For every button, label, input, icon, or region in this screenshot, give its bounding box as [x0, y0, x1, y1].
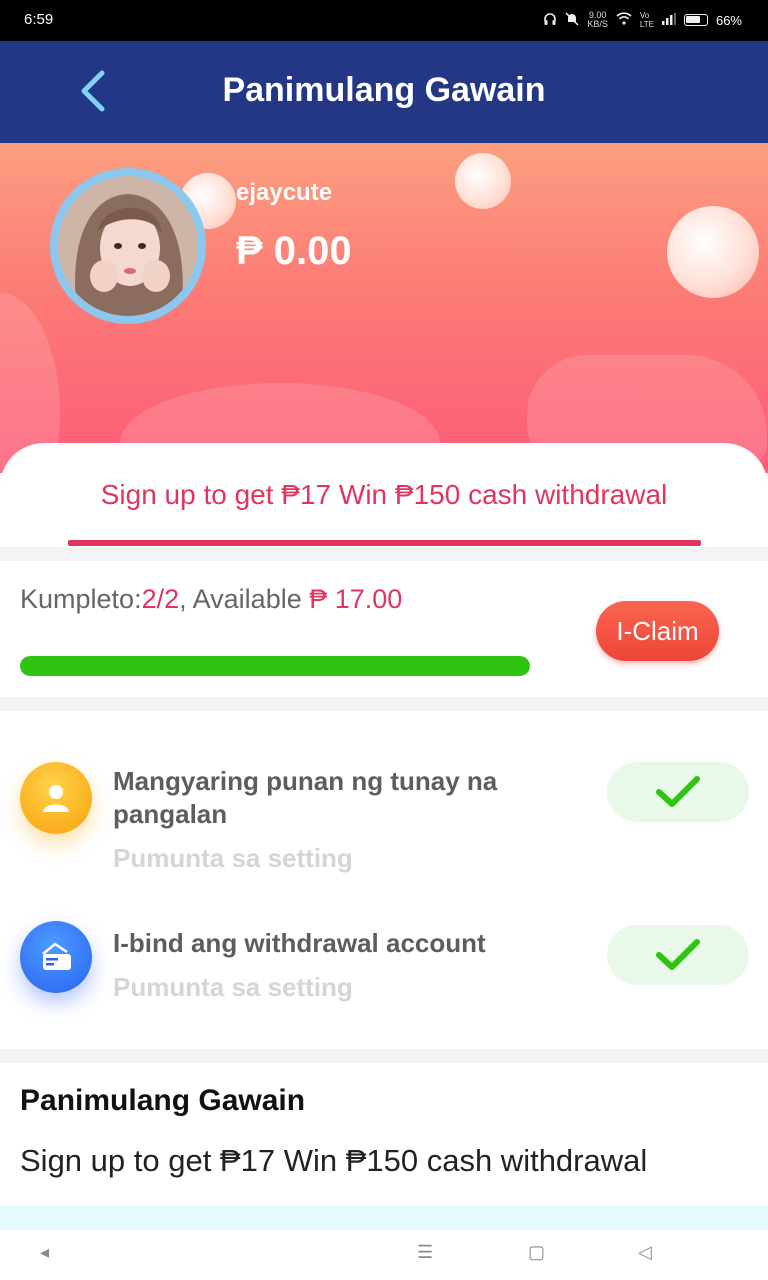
avatar-image: [58, 176, 198, 316]
app-header: Panimulang Gawain: [0, 41, 768, 143]
nav-collapse-icon[interactable]: ◂: [40, 1242, 49, 1263]
task-tab-card: Sign up to get ₱17 Win ₱150 cash withdra…: [0, 443, 768, 547]
mute-icon: [565, 11, 579, 29]
progress-summary: Kumpleto:2/2, Available ₱ 17.00: [20, 584, 402, 615]
avatar[interactable]: [50, 168, 206, 324]
progress-count: 2/2: [141, 584, 180, 614]
status-icons: 9.00 KB/S Vo LTE 66%: [543, 11, 742, 29]
volte-icon: Vo LTE: [639, 11, 654, 29]
username: ejaycute: [236, 179, 333, 206]
tab-signup-reward[interactable]: Sign up to get ₱17 Win ₱150 cash withdra…: [0, 479, 768, 511]
task-description: Panimulang Gawain Sign up to get ₱17 Win…: [0, 1063, 768, 1206]
nav-home-icon[interactable]: ▢: [528, 1242, 545, 1263]
task-title: I-bind ang withdrawal account: [113, 928, 486, 958]
decor-bubble: [667, 206, 759, 298]
task-title: Mangyaring punan ng tunay na pangalan: [113, 766, 498, 829]
nav-back-icon[interactable]: ◁: [638, 1242, 652, 1263]
progress-section: Kumpleto:2/2, Available ₱ 17.00 I-Claim: [0, 561, 768, 697]
network-speed: 9.00 KB/S: [587, 11, 608, 29]
system-nav-bar: ◂ ☰ ▢ ◁: [0, 1230, 768, 1280]
task-status-done[interactable]: [607, 925, 749, 985]
balance-amount: ₱ 0.00: [236, 229, 352, 273]
task-status-done[interactable]: [607, 762, 749, 822]
task-list: Mangyaring punan ng tunay na pangalan Pu…: [0, 711, 768, 1049]
tab-active-indicator: [68, 540, 701, 546]
decor-bubble: [455, 153, 511, 209]
network-speed-unit: KB/S: [587, 19, 608, 29]
nav-menu-icon[interactable]: ☰: [417, 1242, 433, 1263]
profile-hero: ejaycute ₱ 0.00: [0, 143, 768, 473]
status-time: 6:59: [24, 11, 54, 28]
wifi-icon: [616, 12, 632, 28]
page-title: Panimulang Gawain: [222, 71, 546, 109]
bottom-strip: [0, 1206, 768, 1230]
progress-prefix: Kumpleto:: [20, 584, 142, 614]
checkmark-icon: [656, 939, 700, 970]
available-amount: ₱ 17.00: [309, 584, 403, 614]
person-icon: [20, 762, 92, 834]
task-subtitle[interactable]: Pumunta sa setting: [113, 972, 353, 1003]
status-bar: 6:59 9.00 KB/S Vo LTE 66%: [0, 0, 768, 41]
progress-bar: [20, 656, 530, 676]
signal-icon: [661, 12, 676, 28]
headphones-icon: [543, 12, 557, 29]
battery-level: 66%: [715, 12, 742, 28]
card-icon: [20, 921, 92, 993]
progress-middle: , Available: [179, 584, 310, 614]
description-title: Panimulang Gawain: [20, 1084, 306, 1117]
task-subtitle[interactable]: Pumunta sa setting: [113, 843, 353, 874]
progress-bar-fill: [20, 656, 530, 676]
description-body: Sign up to get ₱17 Win ₱150 cash withdra…: [20, 1143, 648, 1178]
battery-icon: [683, 14, 708, 26]
checkmark-icon: [656, 776, 700, 807]
claim-button[interactable]: I-Claim: [596, 601, 719, 661]
